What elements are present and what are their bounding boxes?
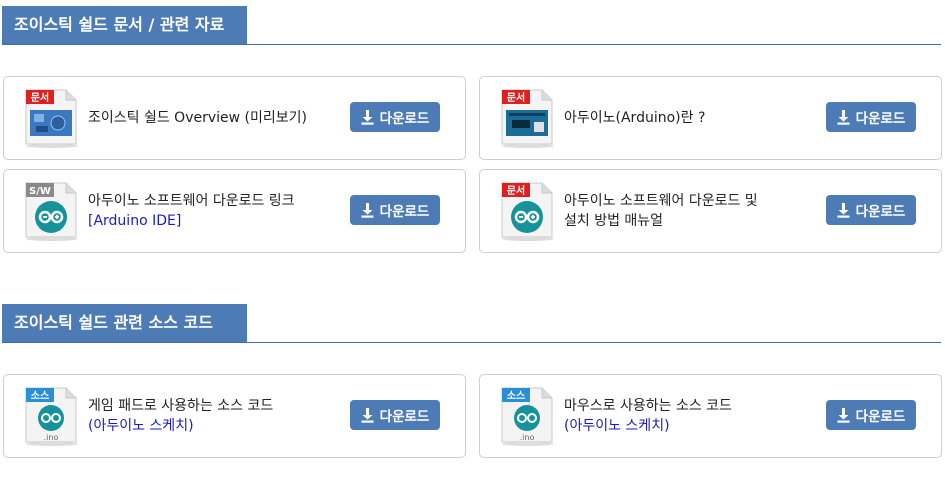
download-card-mouse-source: 소스 .ino 마우스로 사용하는 소스 코드 (아두이노 스케치) 다운로드 bbox=[479, 374, 942, 458]
card-text: 조이스틱 쉴드 Overview (미리보기) bbox=[88, 77, 328, 159]
download-button-label: 다운로드 bbox=[855, 409, 906, 425]
document-arduino-icon: 문서 bbox=[501, 182, 554, 241]
section-header-docs: 조이스틱 쉴드 문서 / 관련 자료 bbox=[2, 6, 941, 45]
sketch-link[interactable]: (아두이노 스케치) bbox=[88, 416, 328, 436]
badge-text: 소스 bbox=[507, 390, 525, 402]
source-ino-icon: 소스 .ino bbox=[25, 387, 78, 446]
download-icon bbox=[837, 202, 850, 218]
card-title: 아두이노 소프트웨어 다운로드 링크 bbox=[88, 193, 295, 209]
section-title: 조이스틱 쉴드 문서 / 관련 자료 bbox=[2, 6, 247, 44]
sketch-link[interactable]: (아두이노 스케치) bbox=[564, 416, 804, 436]
download-button-label: 다운로드 bbox=[379, 409, 430, 425]
ext-text: .ino bbox=[520, 433, 535, 442]
download-button[interactable]: 다운로드 bbox=[350, 195, 440, 225]
badge-text: 문서 bbox=[507, 184, 525, 197]
download-icon bbox=[361, 407, 374, 423]
download-button[interactable]: 다운로드 bbox=[350, 102, 440, 132]
source-ino-icon: 소스 .ino bbox=[501, 387, 554, 446]
download-card-arduino-ide: S/W 아두이노 소프트웨어 다운로드 링크 [Arduino IDE] 다운로… bbox=[3, 169, 466, 253]
card-title: 조이스틱 쉴드 Overview (미리보기) bbox=[88, 110, 307, 126]
document-board-icon: 문서 bbox=[25, 89, 78, 148]
badge-text: 소스 bbox=[31, 390, 49, 402]
download-button-label: 다운로드 bbox=[379, 204, 430, 220]
download-button[interactable]: 다운로드 bbox=[350, 400, 440, 430]
download-card-gamepad-source: 소스 .ino 게임 패드로 사용하는 소스 코드 (아두이노 스케치) 다운로… bbox=[3, 374, 466, 458]
download-card-overview: 문서 조이스틱 쉴드 Overview (미리보기) 다운로드 bbox=[3, 76, 466, 160]
card-title: 마우스로 사용하는 소스 코드 bbox=[564, 398, 732, 414]
card-text: 아두이노(Arduino)란 ? bbox=[564, 77, 804, 159]
badge-text: 문서 bbox=[31, 91, 49, 104]
download-button-label: 다운로드 bbox=[855, 111, 906, 127]
card-title: 아두이노(Arduino)란 ? bbox=[564, 110, 706, 126]
download-icon bbox=[837, 407, 850, 423]
card-subtitle: 설치 방법 매뉴얼 bbox=[564, 213, 664, 229]
download-button-label: 다운로드 bbox=[855, 204, 906, 220]
card-text: 아두이노 소프트웨어 다운로드 및 설치 방법 매뉴얼 bbox=[564, 170, 804, 252]
download-card-install-manual: 문서 아두이노 소프트웨어 다운로드 및 설치 방법 매뉴얼 다운로드 bbox=[479, 169, 942, 253]
section-title: 조이스틱 쉴드 관련 소스 코드 bbox=[2, 304, 247, 342]
ext-text: .ino bbox=[44, 433, 59, 442]
document-board-icon: 문서 bbox=[501, 89, 554, 148]
download-icon bbox=[361, 109, 374, 125]
badge-text: S/W bbox=[29, 186, 51, 197]
card-text: 게임 패드로 사용하는 소스 코드 (아두이노 스케치) bbox=[88, 375, 328, 457]
card-title: 아두이노 소프트웨어 다운로드 및 bbox=[564, 193, 758, 209]
download-button-label: 다운로드 bbox=[379, 111, 430, 127]
section-header-source: 조이스틱 쉴드 관련 소스 코드 bbox=[2, 304, 941, 343]
card-text: 아두이노 소프트웨어 다운로드 링크 [Arduino IDE] bbox=[88, 170, 328, 252]
download-icon bbox=[361, 202, 374, 218]
arduino-ide-link[interactable]: [Arduino IDE] bbox=[88, 211, 328, 231]
download-icon bbox=[837, 109, 850, 125]
card-title: 게임 패드로 사용하는 소스 코드 bbox=[88, 398, 274, 414]
download-card-arduino-intro: 문서 아두이노(Arduino)란 ? 다운로드 bbox=[479, 76, 942, 160]
card-text: 마우스로 사용하는 소스 코드 (아두이노 스케치) bbox=[564, 375, 804, 457]
download-button[interactable]: 다운로드 bbox=[826, 195, 916, 225]
download-button[interactable]: 다운로드 bbox=[826, 102, 916, 132]
badge-text: 문서 bbox=[507, 91, 525, 104]
software-arduino-icon: S/W bbox=[25, 182, 78, 241]
download-button[interactable]: 다운로드 bbox=[826, 400, 916, 430]
